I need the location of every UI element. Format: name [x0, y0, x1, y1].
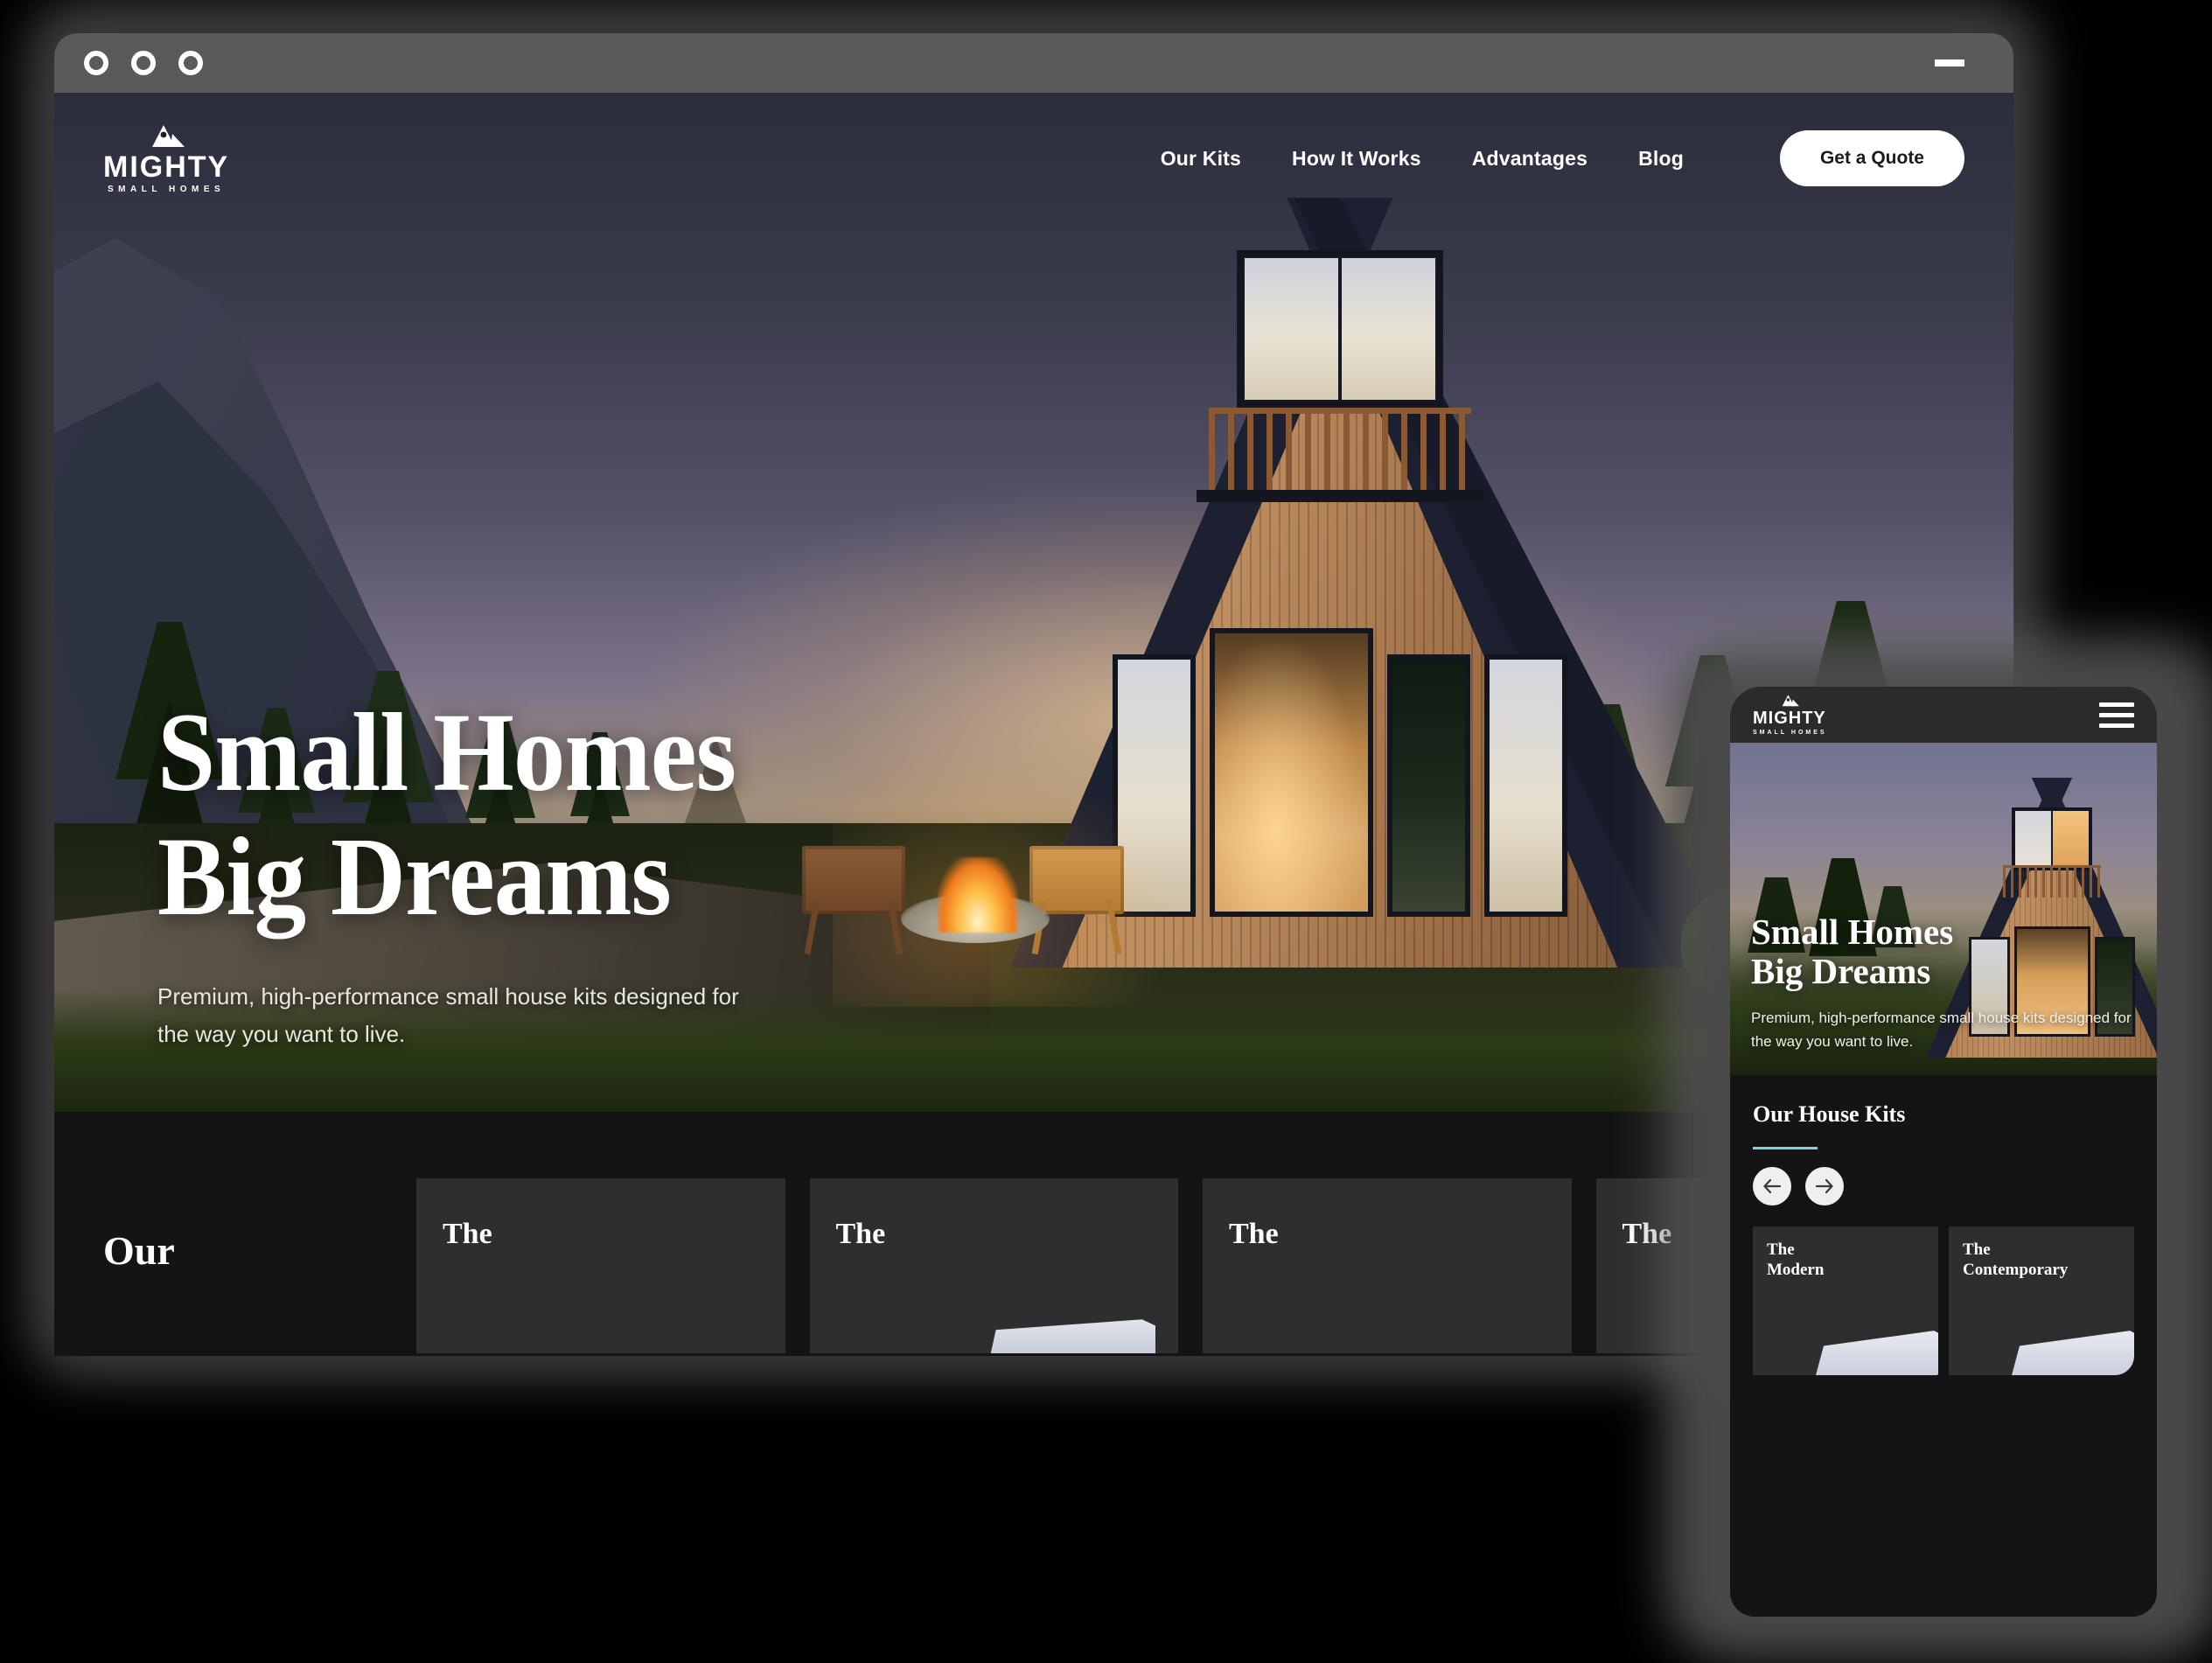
nav-item-how-it-works[interactable]: How It Works: [1292, 147, 1421, 171]
cabin-sliding-door: [1210, 628, 1373, 917]
mobile-hero-headline-line2: Big Dreams: [1751, 950, 1931, 991]
mobile-kit-cards: The Modern The Contemporary: [1730, 1205, 2157, 1375]
nav-item-blog[interactable]: Blog: [1638, 147, 1684, 171]
cabin-loft-window: [1237, 250, 1443, 408]
campfire-flame: [938, 857, 1018, 933]
kit-card[interactable]: The: [809, 1178, 1178, 1353]
outdoor-chair: [802, 846, 905, 955]
brand-wordmark: MIGHTY: [103, 150, 230, 184]
minimize-icon[interactable]: [1935, 59, 1964, 66]
mobile-hero-subhead: Premium, high-performance small house ki…: [1751, 1009, 2132, 1051]
cabin-side-window-right: [1483, 654, 1568, 917]
mobile-hero-section: Small Homes Big Dreams Premium, high-per…: [1730, 743, 2157, 1075]
nav-item-advantages[interactable]: Advantages: [1472, 147, 1587, 171]
hero-copy: Small Homes Big Dreams Premium, high-per…: [157, 696, 779, 1053]
house-render-thumbnail: [989, 1319, 1155, 1353]
arrow-right-icon: [1815, 1178, 1833, 1194]
carousel-prev-button[interactable]: [1753, 1167, 1791, 1205]
mobile-hero-headline-line1: Small Homes: [1751, 912, 1954, 953]
cabin-balcony: [1197, 408, 1483, 502]
balcony-railing: [1209, 408, 1471, 492]
get-a-quote-button[interactable]: Get a Quote: [1779, 130, 1964, 186]
kit-card-title-line1: The: [1963, 1240, 1991, 1259]
mobile-brand-tagline: SMALL HOMES: [1753, 730, 1827, 736]
mobile-device-frame: MIGHTY SMALL HOMES Small Homes Big Dream…: [1730, 687, 2157, 1617]
kit-card[interactable]: The Modern: [1753, 1226, 1938, 1375]
kits-section-title: Our: [103, 1228, 175, 1273]
house-render-thumbnail: [1816, 1331, 1938, 1375]
house-render-thumbnail: [2012, 1331, 2134, 1375]
a-frame-cabin-icon: [1782, 695, 1800, 707]
outdoor-chair: [1029, 846, 1124, 955]
mobile-kits-section: Our House Kits: [1730, 1075, 2157, 1205]
kit-card-title: The Modern: [1767, 1240, 1824, 1281]
loft-pane: [1245, 258, 1338, 400]
mobile-brand-wordmark: MIGHTY: [1753, 709, 1826, 728]
kit-card-title-line2: Contemporary: [1963, 1260, 2069, 1279]
hero-subhead: Premium, high-performance small house ki…: [157, 983, 739, 1047]
kit-card[interactable]: The: [416, 1178, 785, 1353]
kit-card-title: The: [1229, 1218, 1279, 1250]
hamburger-icon[interactable]: [2099, 702, 2134, 728]
loft-pane: [1342, 258, 1435, 400]
kit-card-title-line1: The: [1767, 1240, 1795, 1259]
site-navbar: MIGHTY SMALL HOMES Our Kits How It Works…: [54, 93, 2013, 224]
window-titlebar: [54, 33, 2013, 93]
mobile-kits-title: Our House Kits: [1753, 1101, 1906, 1127]
minimize-window-button[interactable]: [131, 51, 156, 75]
brand-tagline: SMALL HOMES: [108, 184, 226, 194]
hero-headline-line1: Small Homes: [157, 690, 736, 814]
screenshot-stage: MIGHTY SMALL HOMES Our Kits How It Works…: [0, 0, 2212, 1663]
traffic-light-buttons: [84, 51, 203, 75]
brand-logo[interactable]: MIGHTY SMALL HOMES: [103, 123, 229, 194]
accent-rule: [1753, 1147, 1818, 1149]
cabin-door-dark-pane: [1386, 654, 1470, 917]
kit-card-title-line2: Modern: [1767, 1260, 1825, 1279]
close-window-button[interactable]: [84, 51, 108, 75]
kit-card-title: The: [443, 1218, 492, 1250]
carousel-next-button[interactable]: [1805, 1167, 1844, 1205]
hero-headline-line2: Big Dreams: [157, 814, 672, 939]
kit-card-title: The Contemporary: [1963, 1240, 2068, 1281]
nav-item-our-kits[interactable]: Our Kits: [1161, 147, 1241, 171]
nav-links: Our Kits How It Works Advantages Blog Ge…: [1161, 130, 1964, 186]
mobile-hero-headline: Small Homes Big Dreams: [1751, 912, 2136, 990]
balcony-floor: [1197, 490, 1483, 502]
mobile-brand-logo[interactable]: MIGHTY SMALL HOMES: [1753, 694, 1827, 736]
mobile-header: MIGHTY SMALL HOMES: [1730, 687, 2157, 743]
kit-card[interactable]: The: [1203, 1178, 1572, 1353]
arrow-left-icon: [1763, 1178, 1782, 1194]
hero-headline: Small Homes Big Dreams: [157, 696, 736, 933]
kit-card[interactable]: The Contemporary: [1949, 1226, 2134, 1375]
a-frame-cabin-icon: [152, 124, 185, 147]
carousel-controls: [1753, 1167, 2134, 1205]
zoom-window-button[interactable]: [178, 51, 203, 75]
kit-card-title: The: [835, 1218, 886, 1250]
mobile-hero-copy: Small Homes Big Dreams Premium, high-per…: [1751, 912, 2136, 1054]
kit-card-title: The: [1622, 1218, 1672, 1250]
